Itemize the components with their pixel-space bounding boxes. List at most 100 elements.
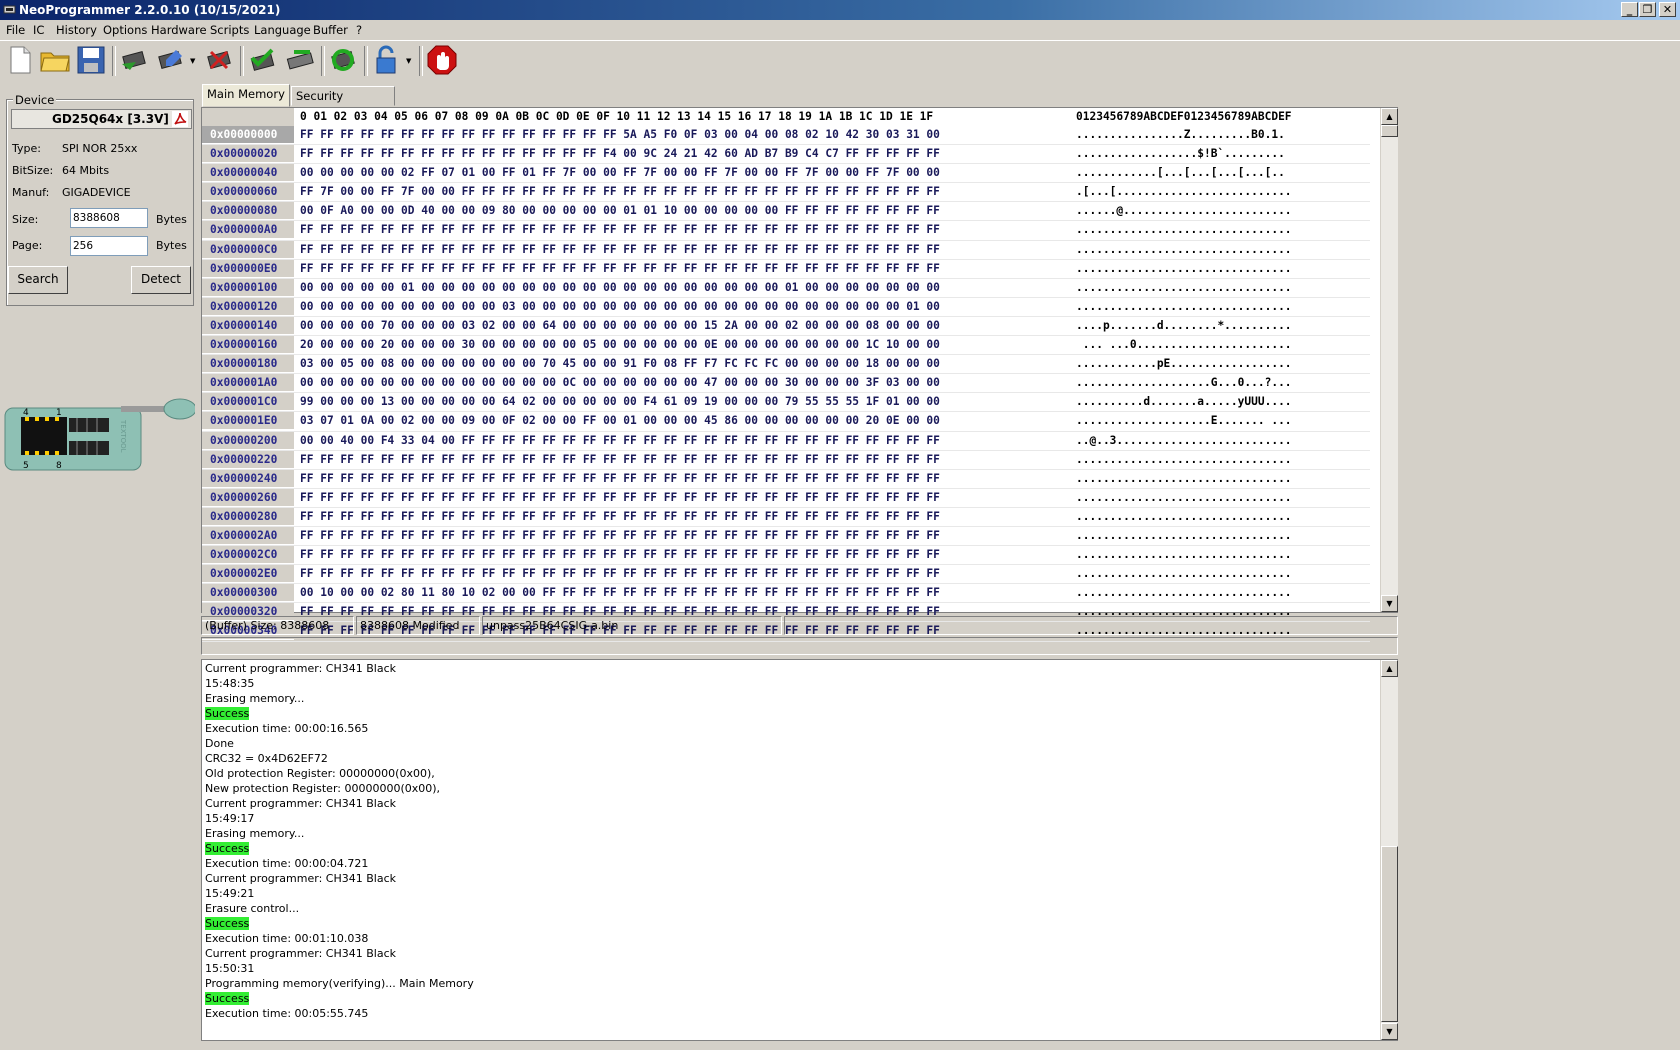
auto-program-icon[interactable] <box>327 44 359 76</box>
row-ascii[interactable]: ......@......................... <box>1076 202 1292 220</box>
menu-options[interactable]: Options <box>103 23 147 37</box>
hex-row[interactable]: 0x00000120 00 00 00 00 00 00 00 00 00 00 … <box>202 297 1370 317</box>
log-scrollbar[interactable]: ▲ ▼ <box>1380 660 1398 1040</box>
row-hex-bytes[interactable]: FF FF FF FF FF FF FF FF FF FF FF FF FF F… <box>300 527 940 545</box>
row-ascii[interactable]: ....................G...0...?... <box>1076 374 1292 392</box>
row-hex-bytes[interactable]: 00 0F A0 00 00 0D 40 00 00 09 80 00 00 0… <box>300 202 940 220</box>
hex-row[interactable]: 0x000001C0 99 00 00 00 13 00 00 00 00 00 … <box>202 393 1370 413</box>
row-ascii[interactable]: ................................ <box>1076 298 1292 316</box>
row-hex-bytes[interactable]: 03 00 05 00 08 00 00 00 00 00 00 00 70 4… <box>300 355 940 373</box>
menu-hardware[interactable]: Hardware <box>151 23 207 37</box>
row-ascii[interactable]: ................................ <box>1076 241 1292 259</box>
row-hex-bytes[interactable]: 00 00 00 00 00 00 00 00 00 00 03 00 00 0… <box>300 298 940 316</box>
write-dropdown-arrow[interactable]: ▼ <box>190 57 195 65</box>
tab-main-memory[interactable]: Main Memory <box>202 84 290 107</box>
row-hex-bytes[interactable]: FF FF FF FF FF FF FF FF FF FF FF FF FF F… <box>300 221 940 239</box>
new-file-icon[interactable] <box>4 44 36 76</box>
hex-row[interactable]: 0x000001A0 00 00 00 00 00 00 00 00 00 00 … <box>202 374 1370 394</box>
protect-dropdown-arrow[interactable]: ▼ <box>406 57 411 65</box>
row-ascii[interactable]: ................Z.........B0.1. <box>1076 126 1285 144</box>
hex-row[interactable]: 0x00000260 FF FF FF FF FF FF FF FF FF FF … <box>202 488 1370 508</box>
row-hex-bytes[interactable]: FF FF FF FF FF FF FF FF FF FF FF FF FF F… <box>300 126 940 144</box>
pdf-datasheet-icon[interactable] <box>172 111 188 127</box>
row-hex-bytes[interactable]: FF FF FF FF FF FF FF FF FF FF FF FF FF F… <box>300 565 940 583</box>
row-ascii[interactable]: .[...[.......................... <box>1076 183 1292 201</box>
row-ascii[interactable]: ................................ <box>1076 546 1292 564</box>
row-hex-bytes[interactable]: FF FF FF FF FF FF FF FF FF FF FF FF FF F… <box>300 241 940 259</box>
size-field[interactable]: 8388608 <box>70 208 148 228</box>
row-hex-bytes[interactable]: 99 00 00 00 13 00 00 00 00 00 64 02 00 0… <box>300 393 940 411</box>
blank-check-icon[interactable] <box>284 44 316 76</box>
scroll-up-arrow[interactable]: ▲ <box>1381 108 1398 125</box>
hex-row[interactable]: 0x00000300 00 10 00 00 02 80 11 80 10 02 … <box>202 584 1370 604</box>
unlock-icon[interactable] <box>370 44 402 76</box>
row-hex-bytes[interactable]: FF FF FF FF FF FF FF FF FF FF FF FF FF F… <box>300 489 940 507</box>
hex-row[interactable]: 0x00000280 FF FF FF FF FF FF FF FF FF FF … <box>202 507 1370 527</box>
row-ascii[interactable]: ..........d.......a.....yUUU.... <box>1076 393 1292 411</box>
row-hex-bytes[interactable]: FF 7F 00 00 FF 7F 00 00 FF FF FF FF FF F… <box>300 183 940 201</box>
hex-row[interactable]: 0x00000240 FF FF FF FF FF FF FF FF FF FF … <box>202 469 1370 489</box>
hex-row[interactable]: 0x000002C0 FF FF FF FF FF FF FF FF FF FF … <box>202 546 1370 566</box>
log-scroll-up-arrow[interactable]: ▲ <box>1381 660 1398 677</box>
hex-row[interactable]: 0x00000040 00 00 00 00 00 02 FF 07 01 00 … <box>202 164 1370 184</box>
row-hex-bytes[interactable]: FF FF FF FF FF FF FF FF FF FF FF FF FF F… <box>300 145 940 163</box>
row-hex-bytes[interactable]: 00 00 00 00 70 00 00 00 03 02 00 00 64 0… <box>300 317 940 335</box>
row-ascii[interactable]: ................................ <box>1076 527 1292 545</box>
detect-button[interactable]: Detect <box>131 266 191 294</box>
hex-row[interactable]: 0x000000A0 FF FF FF FF FF FF FF FF FF FF … <box>202 221 1370 241</box>
row-ascii[interactable]: ................................ <box>1076 584 1292 602</box>
hex-row[interactable]: 0x00000200 00 00 40 00 F4 33 04 00 FF FF … <box>202 431 1370 451</box>
row-ascii[interactable]: ............[...[...[...[...[.. <box>1076 164 1285 182</box>
hex-scrollbar[interactable]: ▲ ▼ <box>1380 108 1398 612</box>
row-ascii[interactable]: ..................$!B`......... <box>1076 145 1285 163</box>
hex-row[interactable]: 0x000000E0 FF FF FF FF FF FF FF FF FF FF … <box>202 259 1370 279</box>
menu-ic[interactable]: IC <box>33 23 44 37</box>
close-button[interactable]: ✕ <box>1659 2 1676 17</box>
erase-chip-icon[interactable] <box>203 44 235 76</box>
row-ascii[interactable]: ....p.......d........*.......... <box>1076 317 1292 335</box>
menu-scripts[interactable]: Scripts <box>210 23 249 37</box>
hex-row[interactable]: 0x00000080 00 0F A0 00 00 0D 40 00 00 09 … <box>202 202 1370 222</box>
row-ascii[interactable]: ................................ <box>1076 470 1292 488</box>
menu-file[interactable]: File <box>6 23 25 37</box>
device-name-box[interactable]: GD25Q64x [3.3V] <box>11 109 192 129</box>
tab-security-register[interactable]: Security Register 1 <box>291 86 395 121</box>
log-scroll-down-arrow[interactable]: ▼ <box>1381 1023 1398 1040</box>
log-scroll-thumb[interactable] <box>1381 846 1398 1022</box>
hex-row[interactable]: 0x00000060 FF 7F 00 00 FF 7F 00 00 FF FF … <box>202 183 1370 203</box>
row-ascii[interactable]: ... ...0....................... <box>1076 336 1292 354</box>
row-hex-bytes[interactable]: FF FF FF FF FF FF FF FF FF FF FF FF FF F… <box>300 451 940 469</box>
read-chip-icon[interactable] <box>118 44 150 76</box>
row-ascii[interactable]: ................................ <box>1076 221 1292 239</box>
row-hex-bytes[interactable]: 20 00 00 00 20 00 00 00 30 00 00 00 00 0… <box>300 336 940 354</box>
row-hex-bytes[interactable]: 00 00 40 00 F4 33 04 00 FF FF FF FF FF F… <box>300 432 940 450</box>
hex-row[interactable]: 0x00000000 FF FF FF FF FF FF FF FF FF FF … <box>202 126 1370 146</box>
row-hex-bytes[interactable]: FF FF FF FF FF FF FF FF FF FF FF FF FF F… <box>300 470 940 488</box>
hex-row[interactable]: 0x00000160 20 00 00 00 20 00 00 00 30 00 … <box>202 336 1370 356</box>
menu-buffer[interactable]: Buffer <box>313 23 348 37</box>
scroll-down-arrow[interactable]: ▼ <box>1381 595 1398 612</box>
row-ascii[interactable]: ................................ <box>1076 279 1292 297</box>
hex-editor[interactable]: 0 01 02 03 04 05 06 07 08 09 0A 0B 0C 0D… <box>201 107 1398 642</box>
write-chip-icon[interactable] <box>154 44 186 76</box>
page-field[interactable]: 256 <box>70 236 148 256</box>
row-ascii[interactable]: ..@..3.......................... <box>1076 432 1292 450</box>
restore-button[interactable]: ❐ <box>1639 2 1656 17</box>
row-hex-bytes[interactable]: FF FF FF FF FF FF FF FF FF FF FF FF FF F… <box>300 508 940 526</box>
stop-icon[interactable] <box>426 44 458 76</box>
verify-chip-icon[interactable] <box>246 44 278 76</box>
hex-row[interactable]: 0x00000020 FF FF FF FF FF FF FF FF FF FF … <box>202 145 1370 165</box>
log-panel[interactable]: Current programmer: CH341 Black 15:48:35 E… <box>201 659 1398 1041</box>
hex-row[interactable]: 0x000002E0 FF FF FF FF FF FF FF FF FF FF … <box>202 565 1370 585</box>
row-hex-bytes[interactable]: FF FF FF FF FF FF FF FF FF FF FF FF FF F… <box>300 546 940 564</box>
row-ascii[interactable]: ................................ <box>1076 451 1292 469</box>
row-ascii[interactable]: ................................ <box>1076 508 1292 526</box>
scroll-thumb[interactable] <box>1381 125 1398 137</box>
minimize-button[interactable]: _ <box>1621 2 1638 17</box>
menu-help[interactable]: ? <box>356 23 362 37</box>
row-hex-bytes[interactable]: 00 00 00 00 00 02 FF 07 01 00 FF 01 FF 7… <box>300 164 940 182</box>
open-folder-icon[interactable] <box>39 44 71 76</box>
hex-row[interactable]: 0x00000180 03 00 05 00 08 00 00 00 00 00 … <box>202 355 1370 375</box>
row-hex-bytes[interactable]: 00 10 00 00 02 80 11 80 10 02 00 00 FF F… <box>300 584 940 602</box>
hex-row[interactable]: 0x00000220 FF FF FF FF FF FF FF FF FF FF … <box>202 450 1370 470</box>
